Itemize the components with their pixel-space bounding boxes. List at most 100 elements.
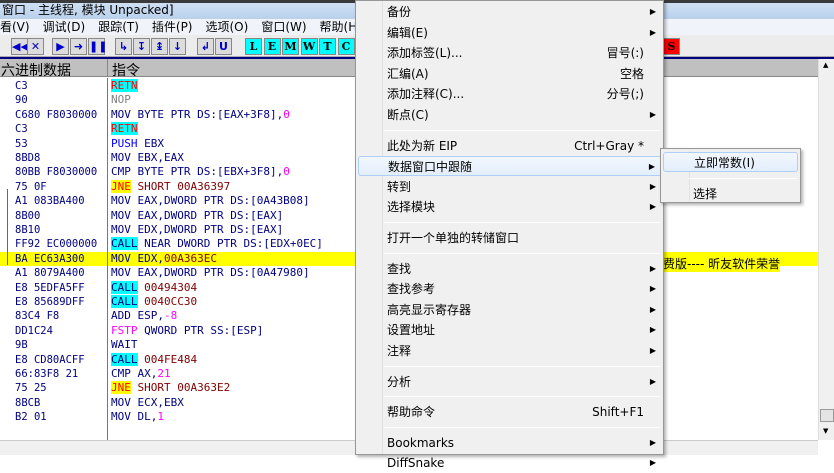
instruction: FSTP QWORD PTR SS:[ESP]: [111, 324, 263, 338]
instruction-part: RETN: [111, 122, 138, 136]
instruction: CALL 00494304: [111, 280, 197, 295]
header-hex[interactable]: 六进制数据: [1, 60, 71, 80]
hex-bytes: FF92 EC000000: [15, 238, 98, 251]
toolbar-window-S[interactable]: S: [663, 38, 680, 55]
instruction: MOV EDX,00A363EC: [111, 252, 217, 266]
menu-item-label: 备份: [387, 5, 412, 19]
hex-bytes: DD1C24: [15, 324, 53, 337]
menu-item-15[interactable]: 查找参考 ▶: [358, 279, 662, 299]
menu-item-label: 帮助命令: [387, 405, 436, 420]
toolbar-button-5[interactable]: ↳: [115, 38, 132, 55]
toolbar-window-C[interactable]: C: [337, 38, 355, 55]
toolbar-button-7[interactable]: ↨: [151, 38, 168, 55]
instruction-part: CALL: [111, 352, 138, 366]
column-divider-line: [107, 78, 108, 440]
menu-0[interactable]: 看(V): [0, 19, 30, 35]
toolbar-window-M[interactable]: M: [282, 38, 299, 55]
hex-bytes: A1 8079A400: [15, 267, 85, 280]
toolbar-button-9[interactable]: ↲: [197, 38, 214, 55]
submenu-arrow-icon: ▶: [649, 437, 656, 447]
menu-item-9[interactable]: 转到 ▶: [358, 177, 662, 197]
menu-item-18[interactable]: 注释 ▶: [358, 341, 662, 361]
menu-item-label: 选择模块: [387, 200, 436, 215]
toolbar-button-2[interactable]: ▶: [52, 38, 69, 55]
instruction-part: SHORT 00A36397: [130, 179, 231, 193]
scroll-thumb[interactable]: [820, 409, 834, 422]
column-divider[interactable]: [107, 59, 108, 77]
toolbar-button-8[interactable]: ↓: [169, 38, 186, 55]
menu-item-7[interactable]: 此处为新 EIP Ctrl+Gray *: [358, 136, 662, 156]
menu-item-0[interactable]: 备份 ▶: [358, 2, 662, 22]
menu-item-24[interactable]: Bookmarks ▶: [358, 433, 662, 453]
toolbar-button-1[interactable]: ✕: [27, 38, 44, 55]
menu-item-14[interactable]: 查找 ▶: [358, 259, 662, 279]
menu-item-shortcut: Shift+F1: [592, 405, 644, 420]
menu-item-17[interactable]: 设置地址 ▶: [358, 320, 662, 340]
hex-bytes: 90: [15, 94, 28, 107]
hex-bytes: 83C4 F8: [15, 310, 60, 323]
toolbar-button-0[interactable]: ◀◀: [11, 38, 29, 55]
menu-item-5[interactable]: 断点(C) ▶: [358, 105, 662, 125]
menu-5[interactable]: 窗口(W): [261, 19, 306, 35]
instruction-part: FSTP: [111, 323, 138, 337]
menu-item-25[interactable]: DiffSnake ▶: [358, 453, 662, 473]
scroll-up-icon[interactable]: ▲: [823, 61, 828, 69]
header-instruction[interactable]: 指令: [112, 60, 140, 80]
menu-2[interactable]: 跟踪(T): [98, 19, 139, 35]
instruction-part: CALL: [111, 280, 138, 294]
hex-bytes: 80BB F8030000: [15, 166, 98, 179]
toolbar-button-10[interactable]: U: [215, 38, 232, 55]
toolbar-button-3[interactable]: ➜: [70, 38, 87, 55]
menu-separator: [384, 426, 660, 428]
toolbar-button-4[interactable]: ❚❚: [88, 38, 107, 55]
instruction: MOV ECX,EBX: [111, 396, 184, 410]
instruction: RETN: [111, 122, 138, 136]
instruction: CMP AX,21: [111, 367, 171, 381]
menu-item-label: 数据窗口中跟随: [388, 160, 473, 175]
menu-item-8[interactable]: 数据窗口中跟随 ▶: [358, 156, 662, 177]
submenu-arrow-icon: ▶: [649, 346, 656, 355]
menu-item-label: 此处为新 EIP: [387, 138, 458, 153]
menu-item-2[interactable]: 选择: [663, 184, 798, 204]
menu-item-label: 高亮显示寄存器: [387, 302, 472, 317]
instruction: CALL 0040CC30: [111, 295, 197, 309]
instruction-part: MOV EDX,: [111, 251, 164, 265]
instruction-part: NOP: [111, 93, 131, 107]
scroll-down-icon[interactable]: ▼: [823, 427, 828, 435]
instruction-part: 0: [283, 107, 290, 121]
menu-item-label: 断点(C): [387, 108, 429, 122]
menu-item-1[interactable]: 编辑(E) ▶: [358, 23, 662, 43]
menu-item-22[interactable]: 帮助命令 Shift+F1: [358, 402, 662, 422]
menu-item-10[interactable]: 选择模块 ▶: [358, 197, 662, 217]
menu-item-2[interactable]: 添加标签(L)... 冒号(:): [358, 43, 662, 63]
menu-3[interactable]: 插件(P): [152, 19, 193, 35]
vertical-scrollbar[interactable]: ▲ ▼: [818, 59, 834, 440]
toolbar-window-W[interactable]: W: [300, 38, 318, 55]
follow-in-dump-submenu: 立即常数(I) 选择: [660, 148, 801, 203]
menu-item-3[interactable]: 汇编(A) 空格: [358, 64, 662, 84]
menu-item-12[interactable]: 打开一个单独的转储窗口: [358, 228, 662, 248]
window-title: 窗口 - 主线程, 模块 Unpacked]: [2, 3, 174, 17]
submenu-arrow-icon: ▶: [649, 27, 656, 37]
menu-4[interactable]: 选项(O): [206, 19, 249, 35]
menu-item-0[interactable]: 立即常数(I): [663, 152, 798, 172]
instruction-part: CALL: [111, 237, 138, 251]
toolbar-window-T[interactable]: T: [319, 38, 336, 55]
toolbar-window-L[interactable]: L: [245, 38, 262, 55]
menu-item-20[interactable]: 分析 ▶: [358, 372, 662, 392]
menu-item-shortcut: 冒号(:): [606, 46, 644, 61]
menu-item-4[interactable]: 添加注释(C)... 分号(;): [358, 84, 662, 104]
menu-item-label: 转到: [387, 179, 412, 194]
submenu-arrow-icon: ▶: [649, 110, 656, 119]
instruction-part: MOV DL,: [111, 410, 158, 424]
toolbar-button-6[interactable]: ↧: [133, 38, 150, 55]
submenu-arrow-icon: ▶: [649, 181, 656, 191]
hex-bytes: C3: [15, 80, 28, 92]
toolbar-window-E[interactable]: E: [263, 38, 281, 55]
menu-separator: [689, 178, 797, 179]
menu-1[interactable]: 调试(D): [43, 19, 86, 35]
instruction-part: MOV EBX,EAX: [111, 151, 184, 164]
instruction: PUSH EBX: [111, 137, 164, 151]
menu-item-16[interactable]: 高亮显示寄存器 ▶: [358, 300, 662, 320]
instruction-part: NEAR DWORD PTR DS:[EDX+0EC]: [137, 237, 323, 251]
